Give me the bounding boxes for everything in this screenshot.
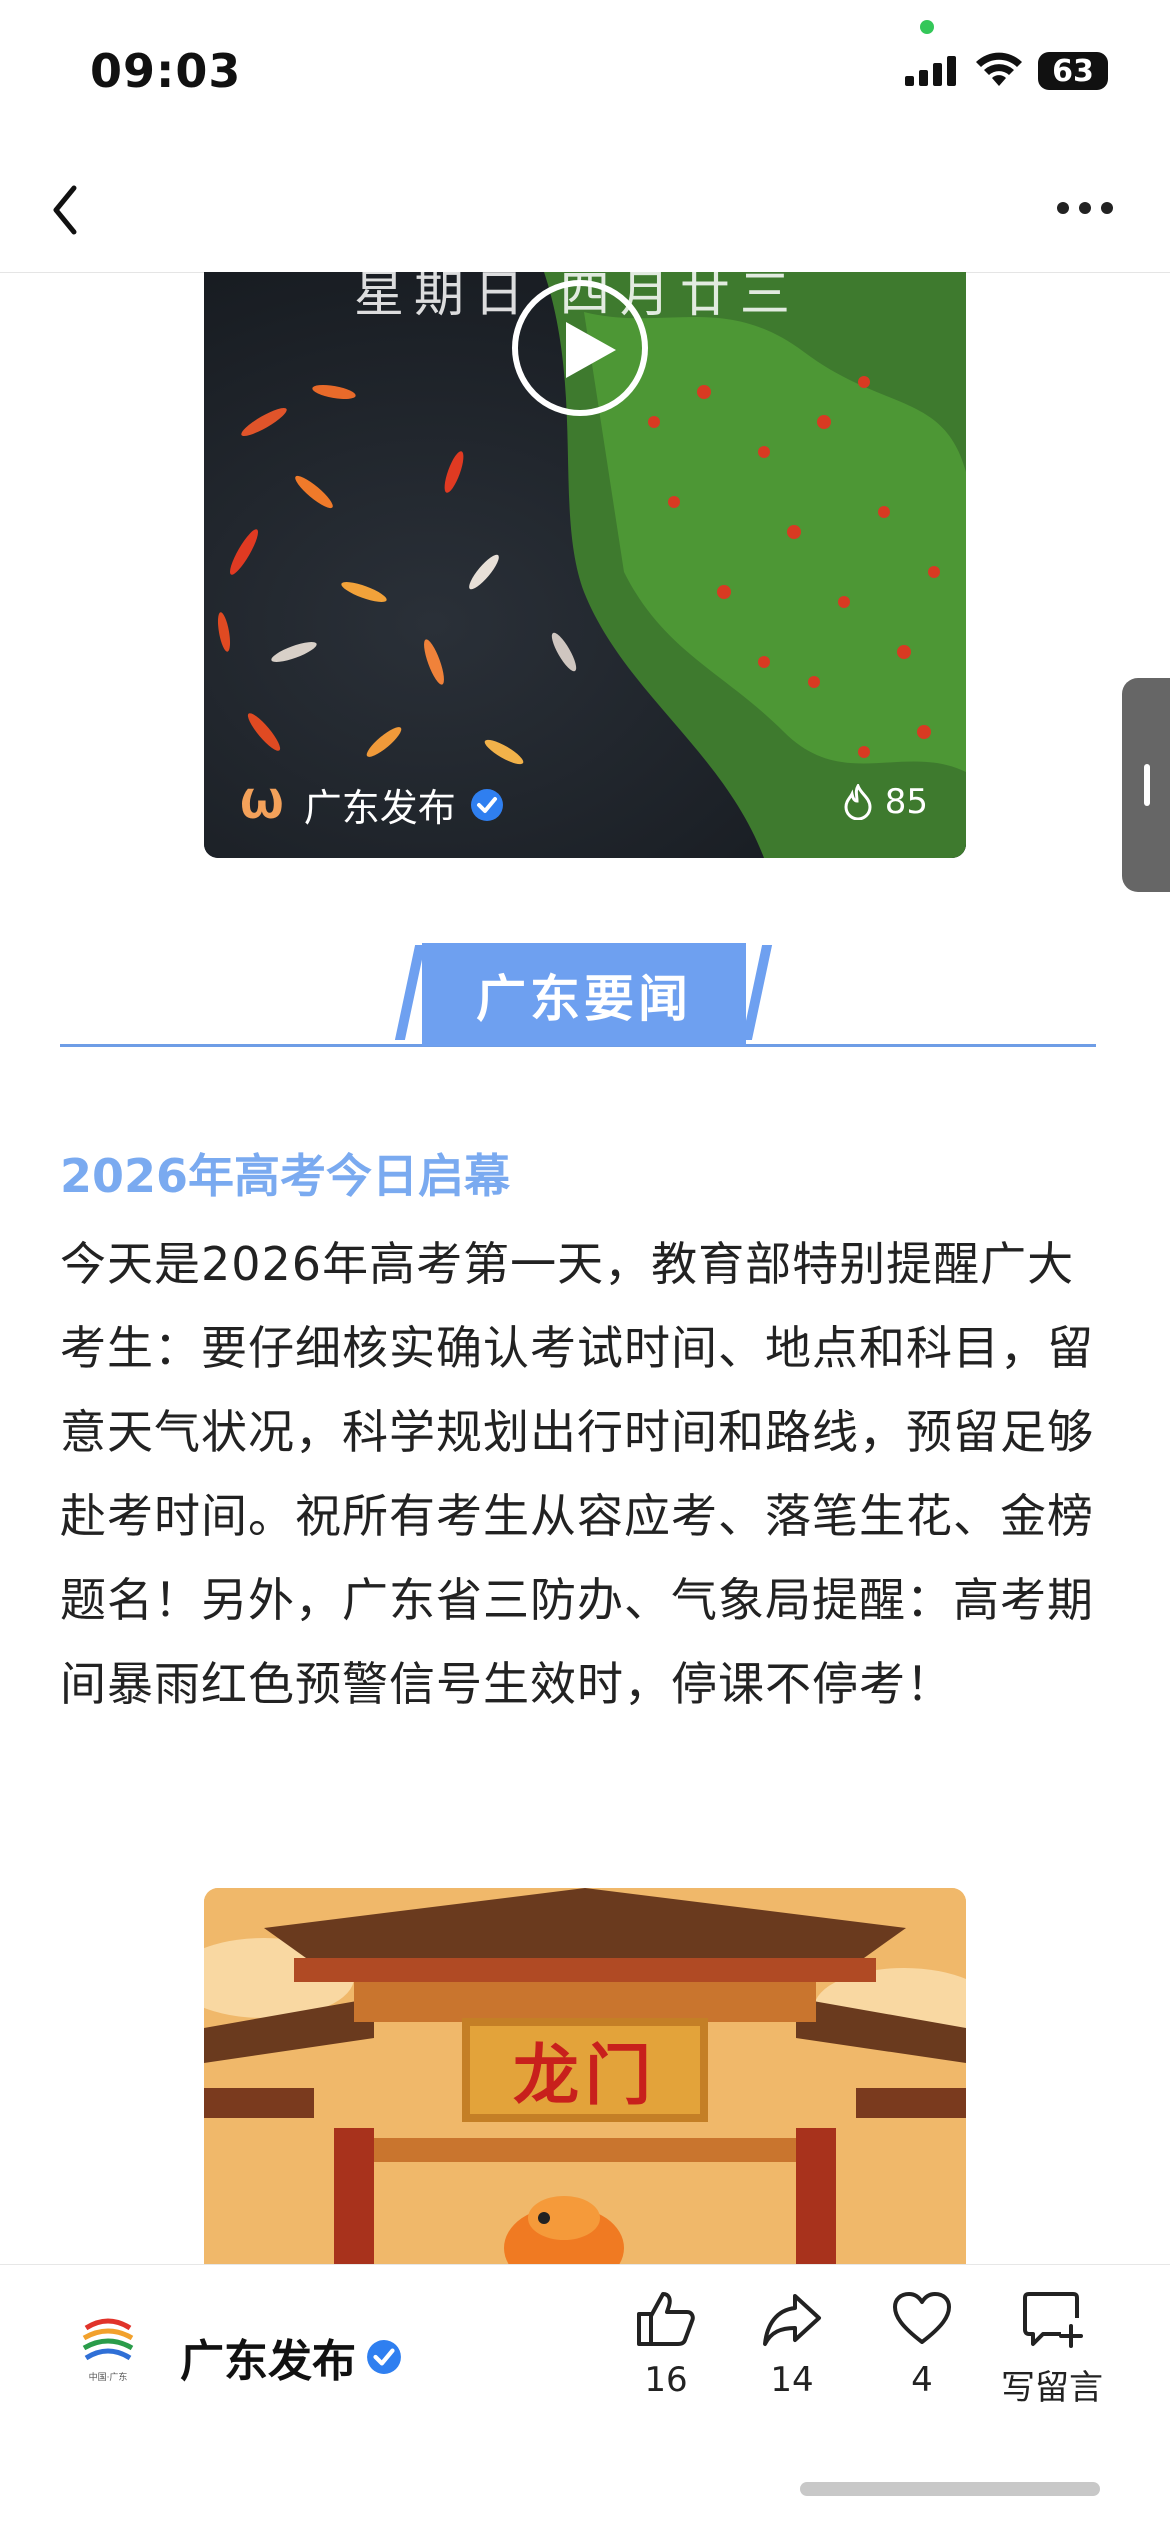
like-button[interactable]: 16: [606, 2290, 726, 2400]
hot-count-value: 85: [884, 782, 928, 822]
favorite-button[interactable]: 4: [862, 2290, 982, 2400]
heart-icon: [893, 2292, 951, 2344]
verified-icon: [470, 788, 503, 821]
video-brand: Ѡ 广东发布: [240, 777, 504, 832]
video-player[interactable]: 星期日 四月廿三 Ѡ 广东发布 85: [204, 272, 966, 858]
favorite-count: 4: [911, 2360, 933, 2400]
more-icon[interactable]: [1055, 200, 1115, 216]
video-brand-name: 广东发布: [303, 786, 456, 830]
privacy-indicator: [920, 20, 934, 34]
section-slant-right: [741, 945, 773, 1040]
status-time: 09:03: [90, 44, 242, 98]
navigation-bar: [0, 160, 1170, 273]
brand-logo-icon: Ѡ: [240, 781, 284, 828]
verified-icon: [367, 2340, 401, 2374]
section-title: 广东要闻: [422, 943, 746, 1046]
back-icon[interactable]: [50, 180, 100, 240]
write-comment-button[interactable]: 写留言: [990, 2290, 1114, 2409]
handle-grip: [1144, 764, 1150, 806]
video-hot-count: 85: [843, 782, 928, 822]
battery-indicator: 63: [1038, 52, 1108, 90]
side-drawer-handle[interactable]: [1122, 678, 1170, 892]
cellular-signal-icon: [905, 56, 956, 86]
home-indicator: [800, 2482, 1100, 2496]
play-button[interactable]: [512, 280, 648, 416]
write-comment-label: 写留言: [1001, 2368, 1103, 2408]
article-body: 今天是2026年高考第一天，教育部特别提醒广大考生：要仔细核实确认考试时间、地点…: [60, 1237, 1094, 1711]
account-logo-caption: 中国·广东: [88, 2373, 128, 2383]
share-button[interactable]: 14: [732, 2290, 852, 2400]
like-count: 16: [644, 2360, 688, 2400]
article-title: 2026年高考今日启幕: [60, 1149, 511, 1203]
account-logo-icon: [82, 2318, 134, 2361]
section-slant-left: [394, 945, 426, 1040]
account-logo[interactable]: 中国·广东: [80, 2314, 136, 2384]
wifi-icon: [976, 52, 1022, 86]
play-icon: [566, 322, 616, 378]
comment-add-icon: [1023, 2292, 1083, 2348]
share-count: 14: [770, 2360, 814, 2400]
section-header: 广东要闻: [60, 940, 1096, 1050]
gate-plaque-text: 龙门: [513, 2036, 657, 2114]
thumb-up-icon: [637, 2292, 695, 2346]
flame-icon: [844, 784, 872, 820]
article-image[interactable]: 龙门: [204, 1888, 966, 2268]
account-name-row[interactable]: 广东发布: [180, 2325, 402, 2389]
gate-plaque: 龙门: [462, 2018, 708, 2122]
account-name: 广东发布: [180, 2336, 356, 2387]
share-icon: [763, 2294, 821, 2346]
